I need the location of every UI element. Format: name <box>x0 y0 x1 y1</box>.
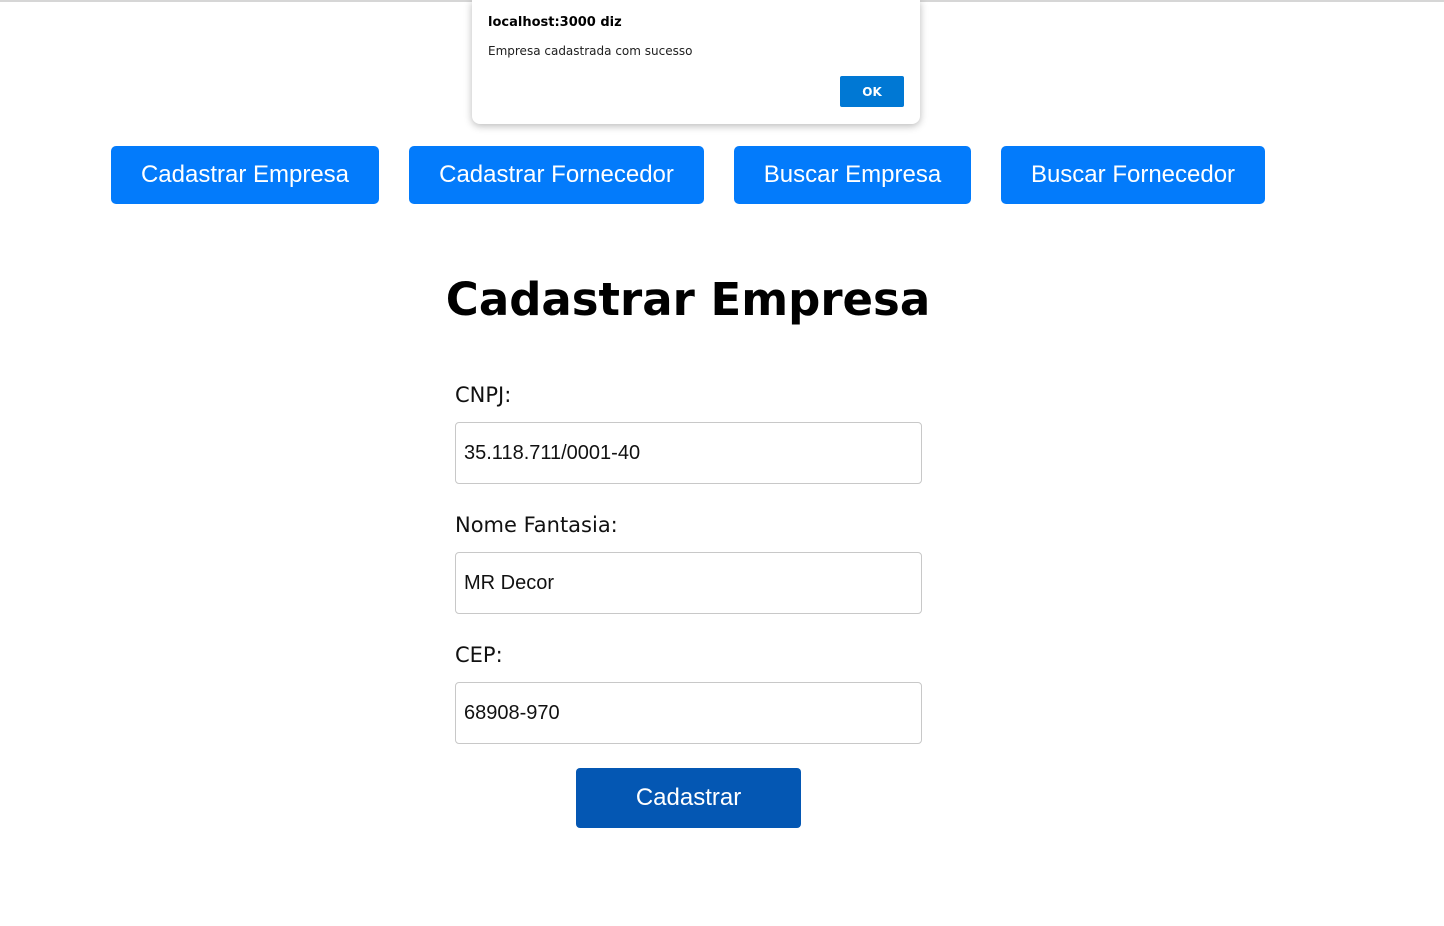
nav-cadastrar-empresa-button[interactable]: Cadastrar Empresa <box>111 146 379 204</box>
nav-cadastrar-fornecedor-button[interactable]: Cadastrar Fornecedor <box>409 146 704 204</box>
nome-fantasia-input[interactable] <box>455 552 922 614</box>
alert-dialog: localhost:3000 diz Empresa cadastrada co… <box>472 0 920 124</box>
alert-dialog-message: Empresa cadastrada com sucesso <box>488 44 693 58</box>
cnpj-label: CNPJ: <box>455 383 512 407</box>
cep-input[interactable] <box>455 682 922 744</box>
page-title: Cadastrar Empresa <box>445 273 931 326</box>
nav-buscar-empresa-button[interactable]: Buscar Empresa <box>734 146 971 204</box>
cep-label: CEP: <box>455 643 503 667</box>
nav-buscar-fornecedor-button[interactable]: Buscar Fornecedor <box>1001 146 1265 204</box>
alert-ok-button[interactable]: OK <box>840 76 904 107</box>
cnpj-input[interactable] <box>455 422 922 484</box>
cadastrar-submit-button[interactable]: Cadastrar <box>576 768 801 828</box>
nome-fantasia-label: Nome Fantasia: <box>455 513 618 537</box>
page: Cadastrar Empresa Cadastrar Fornecedor B… <box>0 0 1444 926</box>
alert-dialog-title: localhost:3000 diz <box>488 15 622 30</box>
